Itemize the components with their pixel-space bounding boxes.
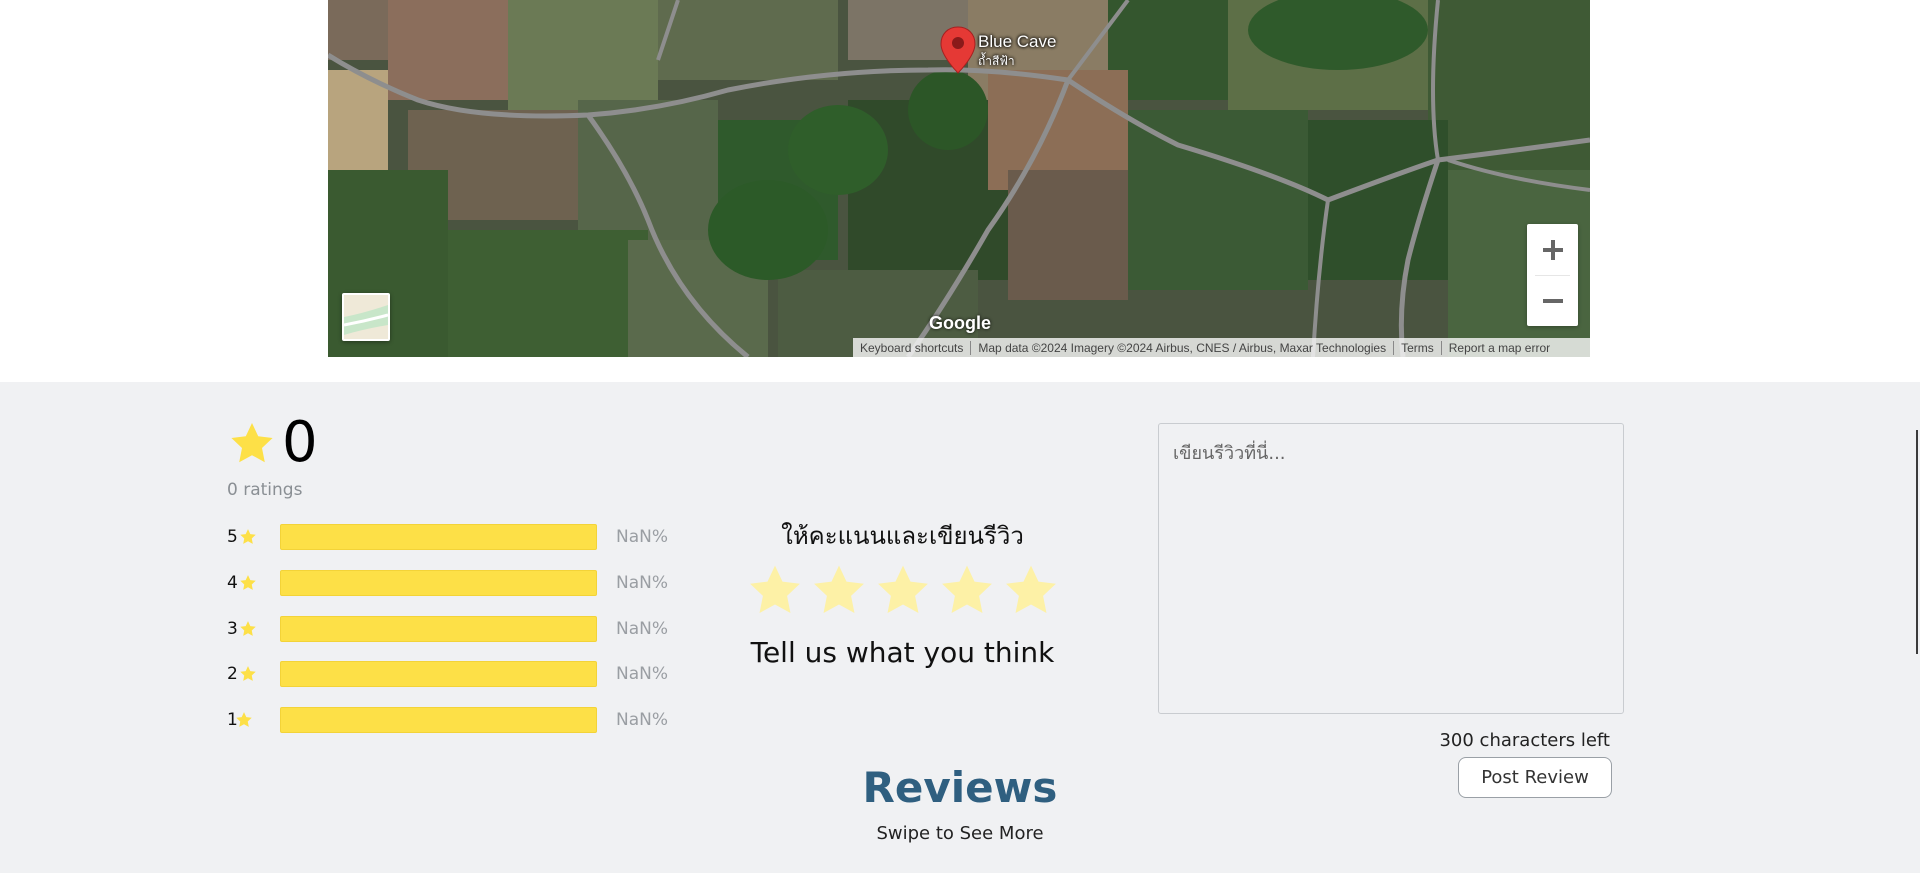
minus-icon — [1542, 298, 1563, 303]
star-icon — [236, 712, 252, 727]
rating-stars-label: 2 — [227, 664, 238, 684]
zoom-divider — [1535, 275, 1570, 276]
zoom-out-button[interactable] — [1527, 275, 1578, 326]
plus-icon — [1542, 239, 1563, 260]
report-error-link[interactable]: Report a map error — [1442, 341, 1557, 355]
star-rating-input — [746, 562, 1060, 620]
rating-stars-label: 3 — [227, 619, 238, 639]
rate-star-2-icon[interactable] — [810, 562, 868, 620]
zoom-controls — [1527, 224, 1578, 326]
rating-row-2: 2 NaN% — [227, 661, 677, 687]
map-layer-button[interactable] — [342, 293, 390, 341]
rating-row-4: 4 NaN% — [227, 570, 677, 596]
star-icon — [240, 529, 256, 544]
chars-left-counter: 300 characters left — [1439, 730, 1610, 751]
map-data-text: Map data ©2024 Imagery ©2024 Airbus, CNE… — [971, 340, 1395, 355]
place-title[interactable]: Blue Cave — [978, 32, 1056, 52]
rating-row-5: 5 NaN% — [227, 524, 677, 550]
map-attribution: Keyboard shortcuts Map data ©2024 Imager… — [853, 338, 1590, 357]
rating-stars-label: 4 — [227, 573, 238, 593]
rating-row-1: 1 NaN% — [227, 707, 677, 733]
rate-star-5-icon[interactable] — [1002, 562, 1060, 620]
rate-star-1-icon[interactable] — [746, 562, 804, 620]
rating-bar — [280, 570, 597, 596]
scroll-indicator — [1916, 430, 1918, 654]
rating-bar — [280, 524, 597, 550]
rate-heading: ให้คะแนนและเขียนรีวิว — [781, 522, 1024, 550]
rating-bar — [280, 661, 597, 687]
rating-row-3: 3 NaN% — [227, 616, 677, 642]
rating-percent: NaN% — [616, 664, 669, 684]
google-logo: Google — [929, 313, 991, 333]
map-layer-icon — [344, 295, 388, 339]
rating-percent: NaN% — [616, 573, 669, 593]
reviews-title: Reviews — [862, 763, 1058, 812]
review-textarea[interactable] — [1158, 423, 1624, 714]
keyboard-shortcuts-link[interactable]: Keyboard shortcuts — [853, 340, 972, 355]
star-icon — [240, 575, 256, 590]
swipe-hint: Swipe to See More — [876, 823, 1044, 844]
average-rating: 0 — [282, 410, 318, 475]
star-icon — [240, 666, 256, 681]
map-pin-icon[interactable] — [940, 26, 976, 74]
map-view[interactable]: Blue Cave ถ้ำสีฟ้า Google Keyboard short… — [328, 0, 1590, 357]
ratings-count: 0 ratings — [227, 480, 303, 500]
tell-us-heading: Tell us what you think — [750, 636, 1055, 669]
star-icon — [231, 423, 273, 463]
rating-stars-label: 5 — [227, 527, 238, 547]
star-icon — [240, 621, 256, 636]
rating-percent: NaN% — [616, 527, 669, 547]
rating-percent: NaN% — [616, 619, 669, 639]
terms-link[interactable]: Terms — [1394, 340, 1442, 355]
post-review-button[interactable]: Post Review — [1458, 757, 1612, 798]
rating-bar — [280, 616, 597, 642]
rate-star-3-icon[interactable] — [874, 562, 932, 620]
rate-star-4-icon[interactable] — [938, 562, 996, 620]
rating-bar — [280, 707, 597, 733]
place-subtitle: ถ้ำสีฟ้า — [978, 54, 1015, 68]
rating-percent: NaN% — [616, 710, 669, 730]
zoom-in-button[interactable] — [1527, 224, 1578, 275]
